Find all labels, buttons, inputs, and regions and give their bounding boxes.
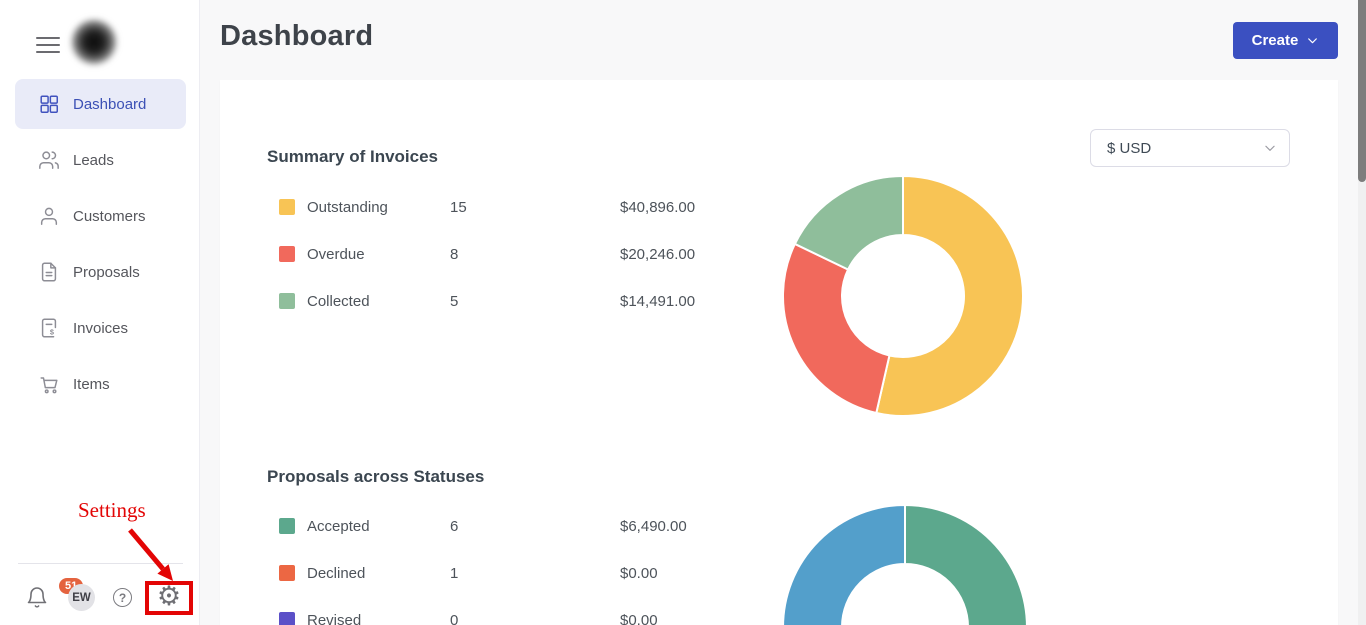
sidebar-item-invoices[interactable]: $ Invoices xyxy=(15,303,186,353)
legend-label: Outstanding xyxy=(307,199,388,216)
scrollbar-thumb[interactable] xyxy=(1358,0,1366,182)
legend-count: 8 xyxy=(450,246,458,263)
legend-count: 1 xyxy=(450,565,458,582)
currency-dropdown-value: $ USD xyxy=(1107,140,1151,157)
grid-icon xyxy=(38,93,60,115)
sidebar-item-label: Items xyxy=(73,376,110,393)
settings-gear-icon[interactable]: ⚙ xyxy=(154,581,184,611)
legend-label: Collected xyxy=(307,293,370,310)
legend-count: 0 xyxy=(450,612,458,625)
legend-label: Revised xyxy=(307,612,361,625)
invoice-icon: $ xyxy=(38,317,60,339)
sidebar: Dashboard Leads Customers Proposals $ In… xyxy=(0,0,200,625)
scrollbar-track[interactable] xyxy=(1358,0,1366,625)
sidebar-item-label: Dashboard xyxy=(73,96,146,113)
sidebar-item-items[interactable]: Items xyxy=(15,359,186,409)
legend-amount: $0.00 xyxy=(620,612,658,625)
sidebar-item-label: Customers xyxy=(73,208,146,225)
sidebar-item-proposals[interactable]: Proposals xyxy=(15,247,186,297)
app-logo[interactable] xyxy=(70,18,118,66)
legend-count: 5 xyxy=(450,293,458,310)
legend-count: 15 xyxy=(450,199,467,216)
legend-row: Revised 0 $0.00 xyxy=(279,612,839,625)
user-icon xyxy=(38,205,60,227)
legend-color-swatch xyxy=(279,293,295,309)
legend-row: Accepted 6 $6,490.00 xyxy=(279,518,839,534)
legend-count: 6 xyxy=(450,518,458,535)
legend-color-swatch xyxy=(279,199,295,215)
sidebar-footer: 51 EW ? ⚙ xyxy=(0,575,200,625)
page-title: Dashboard xyxy=(220,20,373,53)
legend-amount: $14,491.00 xyxy=(620,293,695,310)
legend-label: Overdue xyxy=(307,246,365,263)
currency-dropdown[interactable]: $ USD xyxy=(1090,129,1290,167)
sidebar-item-label: Proposals xyxy=(73,264,140,281)
legend-amount: $40,896.00 xyxy=(620,199,695,216)
sidebar-item-leads[interactable]: Leads xyxy=(15,135,186,185)
svg-text:$: $ xyxy=(50,327,54,336)
cart-icon xyxy=(38,373,60,395)
chevron-down-icon xyxy=(1306,34,1319,47)
legend-color-swatch xyxy=(279,612,295,625)
dashboard-card: $ USD Summary of Invoices Outstanding 15… xyxy=(220,80,1338,625)
legend-label: Accepted xyxy=(307,518,370,535)
legend-color-swatch xyxy=(279,518,295,534)
sidebar-item-label: Invoices xyxy=(73,320,128,337)
create-button-label: Create xyxy=(1252,32,1299,49)
sidebar-item-label: Leads xyxy=(73,152,114,169)
sidebar-item-dashboard[interactable]: Dashboard xyxy=(15,79,186,129)
legend-color-swatch xyxy=(279,565,295,581)
sidebar-divider xyxy=(18,563,183,564)
proposals-donut-chart xyxy=(775,497,1035,625)
legend-label: Declined xyxy=(307,565,365,582)
legend-amount: $0.00 xyxy=(620,565,658,582)
annotation-settings-label: Settings xyxy=(78,498,146,523)
create-button[interactable]: Create xyxy=(1233,22,1338,59)
invoices-donut-chart xyxy=(773,166,1033,426)
legend-row: Declined 1 $0.00 xyxy=(279,565,839,581)
legend-amount: $6,490.00 xyxy=(620,518,687,535)
sidebar-item-customers[interactable]: Customers xyxy=(15,191,186,241)
legend-color-swatch xyxy=(279,246,295,262)
legend-amount: $20,246.00 xyxy=(620,246,695,263)
help-icon[interactable]: ? xyxy=(113,588,132,607)
section-title-invoices: Summary of Invoices xyxy=(267,147,438,167)
section-title-proposals: Proposals across Statuses xyxy=(267,467,484,487)
document-icon xyxy=(38,261,60,283)
hamburger-menu-icon[interactable] xyxy=(36,37,60,53)
legend-row: Outstanding 15 $40,896.00 xyxy=(279,199,839,215)
chevron-down-icon xyxy=(1263,141,1277,155)
sidebar-nav: Dashboard Leads Customers Proposals $ In… xyxy=(0,79,200,415)
notifications-bell-icon[interactable]: 51 xyxy=(25,585,51,611)
legend-row: Collected 5 $14,491.00 xyxy=(279,293,839,309)
users-icon xyxy=(38,149,60,171)
legend-row: Overdue 8 $20,246.00 xyxy=(279,246,839,262)
user-avatar[interactable]: EW xyxy=(68,584,95,611)
